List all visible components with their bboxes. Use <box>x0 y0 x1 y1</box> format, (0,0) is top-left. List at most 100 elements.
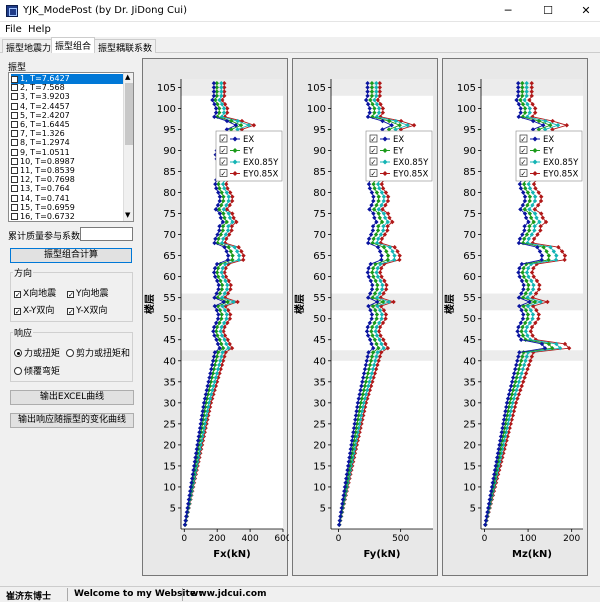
legend-check-icon: ✓ <box>221 136 227 144</box>
mode-item[interactable]: 13, T=0.764 <box>11 184 123 194</box>
mode-checkbox[interactable] <box>11 167 18 174</box>
tab-modal-seismic-force[interactable]: 振型地震力 <box>2 39 56 54</box>
mode-item[interactable]: 12, T=0.7698 <box>11 175 123 185</box>
mode-list[interactable]: ✓ 1, T=7.6427 2, T=7.568 3, T=3.9203 4, T=2.… <box>8 72 134 222</box>
force-radio[interactable]: 力或扭矩 <box>14 346 60 359</box>
mode-item-label: 15, T=0.6959 <box>20 202 75 212</box>
mode-item[interactable]: 10, T=0.8987 <box>11 157 123 167</box>
mode-item[interactable]: 8, T=1.2974 <box>11 138 123 148</box>
floor-band <box>181 350 283 361</box>
x-axis-label: Fy(kN) <box>364 549 401 560</box>
mode-item[interactable]: 6, T=1.6445 <box>11 120 123 130</box>
export-curve-button[interactable]: 输出响应随振型的变化曲线 <box>10 413 134 428</box>
mode-checkbox[interactable] <box>11 194 18 202</box>
xy-bidirectional-checkbox[interactable]: ✓ X-Y双向 <box>14 303 54 316</box>
legend-label: EX0.85Y <box>543 158 579 168</box>
mode-item-label: 11, T=0.8539 <box>20 166 75 175</box>
mode-item[interactable]: 2, T=7.568 <box>11 83 123 93</box>
legend-label: EY <box>393 147 404 157</box>
tab-mode-combination[interactable]: 振型组合 <box>51 37 96 53</box>
mode-checkbox[interactable] <box>11 130 18 138</box>
legend-label: EX <box>393 135 404 145</box>
y-tick-label: 50 <box>163 314 176 325</box>
x-tick-label: 200 <box>563 534 580 544</box>
checkbox-check-icon: ✓ <box>14 291 21 299</box>
mode-checkbox[interactable] <box>11 139 18 147</box>
mode-item-label: 10, T=0.8987 <box>20 156 75 166</box>
y-tick-label: 15 <box>313 461 326 472</box>
mode-list-scrollbar[interactable]: ▲ ▼ <box>123 73 133 221</box>
mode-checkbox[interactable] <box>11 185 18 193</box>
mode-item[interactable]: 16, T=0.6732 <box>11 212 123 221</box>
scroll-up-icon[interactable]: ▲ <box>125 73 130 81</box>
mode-item[interactable]: 9, T=1.0511 <box>11 148 123 158</box>
mode-item[interactable]: ✓ 1, T=7.6427 <box>11 74 123 84</box>
menu-file[interactable]: File <box>5 24 22 35</box>
mode-checkbox[interactable]: ✓ <box>11 76 18 84</box>
mode-item[interactable]: 4, T=2.4457 <box>11 102 123 112</box>
mode-item[interactable]: 3, T=3.9203 <box>11 92 123 102</box>
scroll-thumb[interactable] <box>125 83 133 145</box>
mode-checkbox[interactable] <box>11 84 18 92</box>
y-tick-label: 100 <box>157 104 176 115</box>
x-tick-label: 0 <box>482 534 488 544</box>
window-title: YJK_ModePost (by Dr. JiDong Cui) <box>23 5 187 16</box>
mode-combination-button[interactable]: 振型组合计算 <box>10 248 132 263</box>
mode-checkbox[interactable] <box>11 213 18 220</box>
y-tick-label: 30 <box>463 398 476 409</box>
tab-coupling-coefficient[interactable]: 振型耦联系数 <box>94 39 157 54</box>
y-tick-label: 90 <box>463 146 476 157</box>
overturn-radio[interactable]: 倾覆弯矩 <box>14 364 60 377</box>
y-tick-label: 35 <box>163 377 176 388</box>
mode-checkbox[interactable] <box>11 93 18 101</box>
minimize-button[interactable]: ─ <box>498 4 518 18</box>
checkbox-check-icon: ✓ <box>67 291 74 299</box>
y-tick-label: 60 <box>163 272 176 283</box>
y-seismic-checkbox[interactable]: ✓ Y向地震 <box>67 286 109 299</box>
mass-participation-label: 累计质量参与系数 <box>8 232 81 242</box>
shear-radio[interactable]: 剪力或扭矩和 <box>66 346 130 359</box>
mode-item[interactable]: 5, T=2.4207 <box>11 111 123 121</box>
overturn-label: 倾覆弯矩 <box>24 367 61 377</box>
mode-item[interactable]: 14, T=0.741 <box>11 194 123 204</box>
mode-checkbox[interactable] <box>11 157 18 165</box>
chart-panel-fy: 5 10 15 20 25 30 35 40 45 50 55 60 65 70 75 80 85 90 95 100… <box>292 58 438 576</box>
radio-icon <box>14 367 22 375</box>
scroll-down-icon[interactable]: ▼ <box>125 211 130 219</box>
maximize-button[interactable]: ☐ <box>538 4 558 18</box>
legend-check-icon: ✓ <box>521 147 527 155</box>
menu-help[interactable]: Help <box>28 24 51 35</box>
mode-checkbox[interactable] <box>11 121 18 128</box>
y-tick-label: 65 <box>313 251 326 262</box>
chart-svg: 5 10 15 20 25 30 35 40 45 50 55 60 65 70 75 80 85 90 95 100… <box>143 79 289 560</box>
status-website[interactable]: www.jdcui.com <box>190 589 266 599</box>
y-tick-label: 55 <box>313 293 326 304</box>
mode-checkbox[interactable] <box>11 148 18 156</box>
x-seismic-checkbox[interactable]: ✓ X向地震 <box>14 286 56 299</box>
mode-checkbox[interactable] <box>11 102 18 110</box>
mode-item-label: 1, T=7.6427 <box>20 74 70 83</box>
menu-bar: File Help <box>0 22 600 37</box>
x-seismic-label: X向地震 <box>23 289 57 299</box>
export-excel-button[interactable]: 输出EXCEL曲线 <box>10 390 134 405</box>
checkbox-check-icon: ✓ <box>67 308 74 316</box>
mode-checkbox[interactable] <box>11 111 18 119</box>
chart-panel-fx: 5 10 15 20 25 30 35 40 45 50 55 60 65 70 75 80 85 90 95 100… <box>142 58 289 576</box>
y-axis-label: 楼层 <box>443 294 456 314</box>
y-tick-label: 100 <box>457 104 476 115</box>
mode-item[interactable]: 7, T=1.326 <box>11 129 123 139</box>
mode-checkbox[interactable] <box>11 203 18 211</box>
mode-checkbox[interactable] <box>11 176 18 184</box>
mode-item[interactable]: 11, T=0.8539 <box>11 166 123 176</box>
mass-participation-field[interactable] <box>80 227 133 241</box>
status-divider <box>67 588 68 601</box>
legend-label: EX <box>543 135 554 145</box>
mode-item[interactable]: 15, T=0.6959 <box>11 203 123 213</box>
yx-bidirectional-checkbox[interactable]: ✓ Y-X双向 <box>67 303 107 316</box>
legend-label: EY <box>543 147 554 157</box>
close-button[interactable]: ✕ <box>576 4 596 18</box>
y-tick-label: 40 <box>463 356 476 367</box>
x-tick-label: 0 <box>336 534 342 544</box>
legend-check-icon: ✓ <box>371 170 377 178</box>
mode-item-label: 14, T=0.741 <box>20 193 70 203</box>
